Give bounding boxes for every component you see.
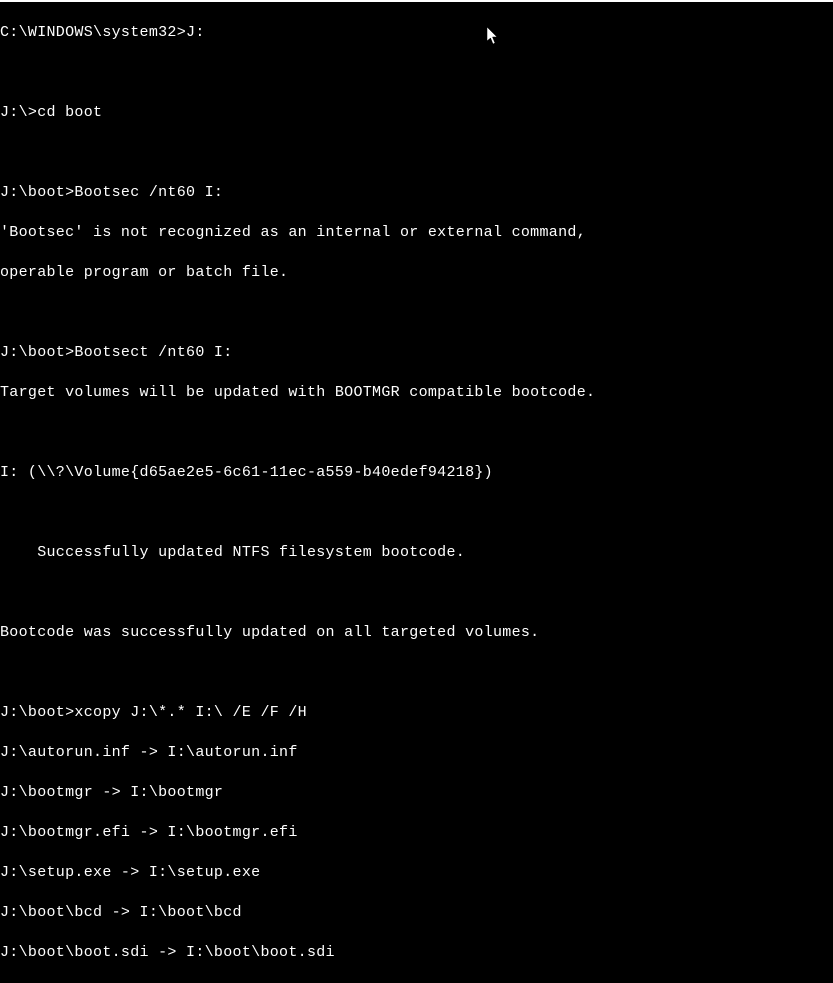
terminal-line: [0, 303, 833, 323]
terminal-line: [0, 423, 833, 443]
terminal-line: J:\bootmgr.efi -> I:\bootmgr.efi: [0, 823, 833, 843]
terminal-line: [0, 503, 833, 523]
terminal-line: Target volumes will be updated with BOOT…: [0, 383, 833, 403]
terminal-line: [0, 63, 833, 83]
terminal-line: J:\boot>Bootsect /nt60 I:: [0, 343, 833, 363]
terminal-line: J:\bootmgr -> I:\bootmgr: [0, 783, 833, 803]
terminal-line: J:\boot>Bootsec /nt60 I:: [0, 183, 833, 203]
terminal-line: J:\>cd boot: [0, 103, 833, 123]
mouse-cursor-icon: [487, 27, 499, 45]
terminal-line: J:\boot>xcopy J:\*.* I:\ /E /F /H: [0, 703, 833, 723]
terminal-line: 'Bootsec' is not recognized as an intern…: [0, 223, 833, 243]
terminal-line: [0, 663, 833, 683]
terminal-line: J:\boot\bcd -> I:\boot\bcd: [0, 903, 833, 923]
terminal-line: [0, 583, 833, 603]
terminal-line: [0, 143, 833, 163]
terminal-output[interactable]: C:\WINDOWS\system32>J: J:\>cd boot J:\bo…: [0, 3, 833, 983]
terminal-line: I: (\\?\Volume{d65ae2e5-6c61-11ec-a559-b…: [0, 463, 833, 483]
terminal-line: J:\autorun.inf -> I:\autorun.inf: [0, 743, 833, 763]
terminal-line: J:\setup.exe -> I:\setup.exe: [0, 863, 833, 883]
window-title-bar: [0, 0, 833, 2]
terminal-line: Bootcode was successfully updated on all…: [0, 623, 833, 643]
terminal-line: J:\boot\boot.sdi -> I:\boot\boot.sdi: [0, 943, 833, 963]
terminal-line: operable program or batch file.: [0, 263, 833, 283]
terminal-line: C:\WINDOWS\system32>J:: [0, 23, 833, 43]
terminal-line: Successfully updated NTFS filesystem boo…: [0, 543, 833, 563]
